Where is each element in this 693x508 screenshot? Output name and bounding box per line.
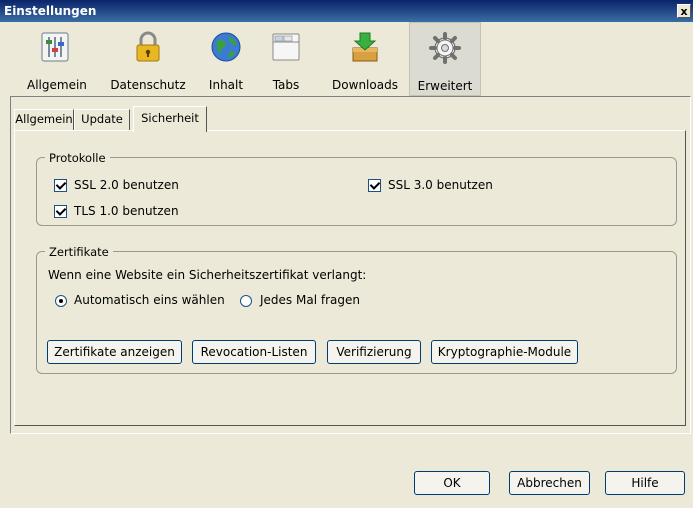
ask-every-time-label: Jedes Mal fragen bbox=[260, 293, 360, 307]
toolbar-item-allgemein[interactable]: Allgemein bbox=[27, 22, 87, 96]
toolbar-label-datenschutz: Datenschutz bbox=[110, 78, 186, 92]
toolbar-item-downloads[interactable]: Downloads bbox=[328, 22, 402, 96]
auto-select-label: Automatisch eins wählen bbox=[74, 293, 225, 307]
tab-allgemein[interactable]: Allgemein bbox=[14, 109, 74, 131]
revocation-lists-button[interactable]: Revocation-Listen bbox=[192, 340, 316, 364]
toolbar-item-inhalt[interactable]: Inhalt bbox=[202, 22, 250, 96]
zertifikate-description: Wenn eine Website ein Sicherheitszertifi… bbox=[48, 268, 367, 282]
ssl2-label: SSL 2.0 benutzen bbox=[74, 178, 179, 192]
cancel-button[interactable]: Abbrechen bbox=[509, 471, 590, 495]
tabs-window-icon bbox=[272, 33, 300, 61]
protokolle-legend: Protokolle bbox=[45, 151, 110, 165]
sliders-icon bbox=[41, 32, 69, 62]
tls1-checkbox[interactable] bbox=[54, 205, 67, 218]
ssl3-label: SSL 3.0 benutzen bbox=[388, 178, 493, 192]
globe-icon bbox=[211, 32, 241, 62]
padlock-icon bbox=[136, 31, 160, 62]
download-box-icon bbox=[352, 32, 378, 62]
ssl3-checkbox[interactable] bbox=[368, 179, 381, 192]
ok-button[interactable]: OK bbox=[414, 471, 490, 495]
toolbar-label-erweitert: Erweitert bbox=[417, 79, 473, 93]
tls1-label: TLS 1.0 benutzen bbox=[74, 204, 179, 218]
toolbar-item-datenschutz[interactable]: Datenschutz bbox=[108, 22, 188, 96]
close-button[interactable]: x bbox=[677, 4, 691, 18]
ask-every-time-radio[interactable] bbox=[240, 295, 252, 307]
verification-button[interactable]: Verifizierung bbox=[327, 340, 421, 364]
gear-icon bbox=[429, 32, 461, 64]
toolbar-item-tabs[interactable]: Tabs bbox=[266, 22, 306, 96]
show-certificates-button[interactable]: Zertifikate anzeigen bbox=[47, 340, 182, 364]
crypto-modules-button[interactable]: Kryptographie-Module bbox=[431, 340, 578, 364]
tab-sicherheit[interactable]: Sicherheit bbox=[133, 106, 207, 132]
ssl2-checkbox[interactable] bbox=[54, 179, 67, 192]
toolbar-label-inhalt: Inhalt bbox=[208, 78, 244, 92]
toolbar-item-erweitert[interactable]: Erweitert bbox=[409, 22, 481, 96]
preferences-toolbar: Allgemein Datenschutz Inhalt Tabs Downlo… bbox=[0, 22, 693, 96]
title-bar: Einstellungen x bbox=[0, 0, 693, 22]
help-button[interactable]: Hilfe bbox=[605, 471, 685, 495]
zertifikate-legend: Zertifikate bbox=[45, 245, 113, 259]
window-title: Einstellungen bbox=[4, 4, 97, 18]
tab-update[interactable]: Update bbox=[74, 109, 130, 131]
auto-select-radio[interactable] bbox=[55, 295, 67, 307]
toolbar-label-allgemein: Allgemein bbox=[27, 78, 87, 92]
toolbar-label-tabs: Tabs bbox=[272, 78, 300, 92]
toolbar-label-downloads: Downloads bbox=[332, 78, 398, 92]
